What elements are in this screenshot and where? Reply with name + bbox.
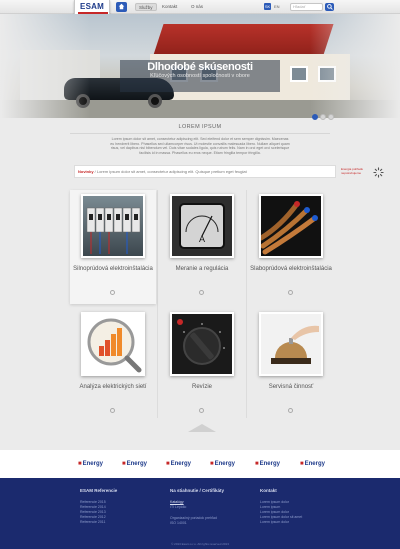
tile-label: Silnoprúdová elektroinštalácia: [73, 266, 153, 272]
news-label: Novinky: [78, 169, 94, 174]
tile-label: Revízie: [191, 384, 212, 390]
service-bell-image: [259, 312, 323, 376]
tile-meranie[interactable]: A Meranie a regulácia: [159, 190, 245, 304]
footer-link[interactable]: Organizačný poriadok prehľad: [170, 516, 217, 520]
footer-link[interactable]: Referencie 2014: [80, 505, 106, 509]
scroll-up-arrow[interactable]: [188, 424, 216, 432]
footer-heading: ESAM Referencie: [80, 488, 118, 493]
news-text: / Lorem ipsum dolor sit amet, consectetu…: [93, 169, 247, 174]
hero-window: [290, 66, 308, 82]
flag-icon: ■: [210, 461, 214, 467]
tile-slaboprudova[interactable]: Slaboprúdová elektroinštalácia: [248, 190, 334, 304]
footer-link[interactable]: ITI Lepidlo: [170, 505, 186, 509]
flag-icon: ■: [122, 461, 126, 467]
slider-dot[interactable]: [312, 114, 318, 120]
hero-banner: Dlhodobé skúsenosti Kľúčových osobností …: [0, 14, 400, 118]
slider-dot[interactable]: [328, 114, 334, 120]
copyright: © 2013 Esam s.r.o. All rights reserved 2…: [171, 542, 229, 546]
footer-link[interactable]: Referencie 2013: [80, 510, 106, 514]
hero-subtitle: Kľúčových osobností spoločnosti v obore: [150, 73, 250, 79]
partner-logo[interactable]: ■Energy: [166, 461, 191, 467]
footer-link[interactable]: Katalógy: [170, 500, 184, 504]
home-icon: [118, 3, 125, 10]
tile-label: Servisná činnosť: [268, 384, 314, 390]
footer-link[interactable]: Lorem ipsum: [260, 505, 280, 509]
hero-fade-right: [310, 14, 400, 118]
location-pin-icon: [110, 290, 115, 295]
location-pin-icon: [199, 290, 204, 295]
footer-link[interactable]: ISO 14001: [170, 521, 187, 525]
location-pin-icon: [288, 290, 293, 295]
partner-logos: ■Energy ■Energy ■Energy ■Energy ■Energy …: [0, 450, 400, 478]
hero-fade-left: [0, 14, 90, 118]
grid-divider: [157, 190, 158, 418]
partner-logo[interactable]: ■Energy: [78, 461, 103, 467]
tile-analyza[interactable]: Analýza elektrických sietí: [70, 308, 156, 422]
news-ticker[interactable]: Novinky / Lorem ipsum dolor sit amet, co…: [74, 165, 384, 178]
search-button[interactable]: [325, 3, 334, 11]
footer-link[interactable]: Referencie 2012: [80, 515, 106, 519]
footer-link[interactable]: Lorem ipsum dolor: [260, 510, 289, 514]
breaker-panel-image: [81, 194, 145, 258]
footer-link[interactable]: Referencie 2011: [80, 520, 105, 524]
footer-heading: Kontakt: [260, 488, 277, 493]
lang-en[interactable]: EN: [274, 3, 280, 10]
hero-roof: [152, 24, 334, 58]
location-pin-icon: [288, 408, 293, 413]
location-pin-icon: [199, 408, 204, 413]
nav-sluzby[interactable]: Služby: [135, 3, 157, 11]
logo-text: ESAM: [80, 2, 104, 11]
nav-o-nas[interactable]: O nás: [191, 3, 203, 11]
partner-logo[interactable]: ■Energy: [210, 461, 235, 467]
hero-title: Dlhodobé skúsenosti: [147, 61, 253, 73]
energy-icon-label: Energia pohľadu nepotrebujeme: [341, 167, 364, 175]
home-button[interactable]: [116, 2, 127, 12]
footer: ESAM Referencie Referencie 2015 Referenc…: [0, 478, 400, 549]
flag-icon: ■: [300, 461, 304, 467]
footer-heading: Na stiahnutie / Certifikáty: [170, 488, 225, 493]
svg-text:A: A: [199, 234, 205, 244]
tile-label: Meranie a regulácia: [175, 266, 229, 272]
footer-link[interactable]: Lorem ipsum dolor: [260, 520, 289, 524]
hero-caption: Dlhodobé skúsenosti Kľúčových osobností …: [120, 60, 280, 92]
partner-logo[interactable]: ■Energy: [122, 461, 147, 467]
intro-text: Lorem ipsum dolor sit amet, consectetur …: [110, 137, 290, 155]
partner-logo[interactable]: ■Energy: [255, 461, 280, 467]
cables-image: [259, 194, 323, 258]
tile-label: Analýza elektrických sietí: [79, 384, 147, 390]
footer-link[interactable]: Lorem ipsum dolor: [260, 500, 289, 504]
footer-link[interactable]: Lorem ipsum dolor sit amet: [260, 515, 302, 519]
flag-icon: ■: [78, 461, 82, 467]
partner-logo[interactable]: ■Energy: [300, 461, 325, 467]
tile-servisna[interactable]: Servisná činnosť: [248, 308, 334, 422]
intro-title: LOREM IPSUM: [178, 124, 222, 130]
flag-icon: ■: [166, 461, 170, 467]
grid-divider: [246, 190, 247, 418]
magnifier-chart-image: [81, 312, 145, 376]
flag-icon: ■: [255, 461, 259, 467]
intro-divider: [70, 133, 330, 134]
tile-silnoprudova[interactable]: Silnoprúdová elektroinštalácia: [70, 190, 156, 304]
location-pin-icon: [110, 408, 115, 413]
tile-label: Slaboprúdová elektroinštalácia: [250, 266, 332, 272]
footer-link[interactable]: Referencie 2015: [80, 500, 106, 504]
slider-dot[interactable]: [320, 114, 326, 120]
hero-car-wheel: [148, 94, 162, 108]
search-icon: [327, 4, 333, 10]
nav-kontakt[interactable]: Kontakt: [162, 3, 177, 11]
rotary-switch-image: [170, 312, 234, 376]
tile-revizie[interactable]: Revízie: [159, 308, 245, 422]
search-input[interactable]: Hľadať: [290, 3, 323, 11]
lang-sk[interactable]: SK: [264, 3, 271, 10]
ammeter-image: A: [170, 194, 234, 258]
energy-spinner-icon: [373, 167, 384, 178]
